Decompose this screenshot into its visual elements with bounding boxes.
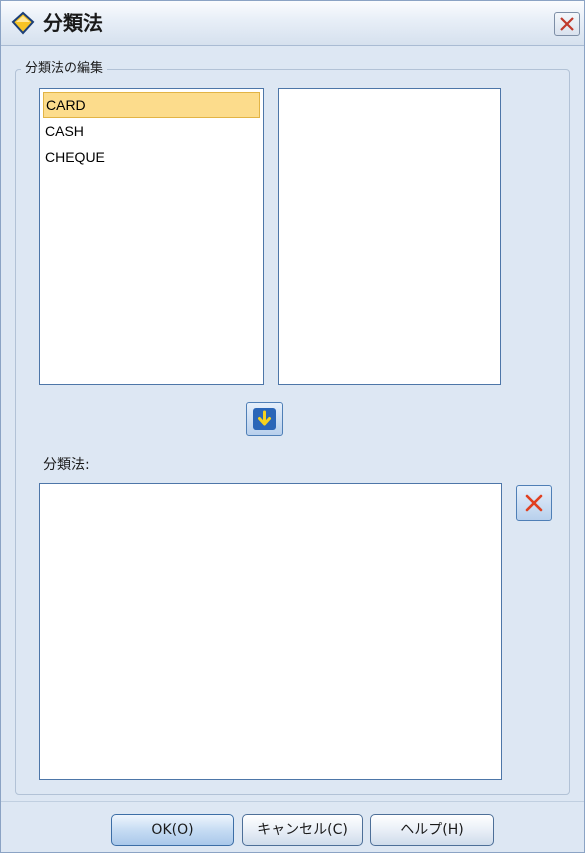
close-icon xyxy=(560,17,574,31)
move-down-button[interactable] xyxy=(246,402,283,436)
ok-button[interactable]: OK(O) xyxy=(111,814,234,846)
list-item-label: CASH xyxy=(45,123,84,139)
list-item-label: CHEQUE xyxy=(45,149,105,165)
divider xyxy=(1,801,584,802)
edit-classification-label: 分類法の編集 xyxy=(21,61,108,77)
title-bar[interactable]: 分類法 xyxy=(1,1,584,46)
window-title: 分類法 xyxy=(43,11,103,35)
ok-button-label: OK(O) xyxy=(151,822,194,838)
classification-label: 分類法: xyxy=(43,457,90,473)
classification-dialog: 分類法 分類法の編集 CARD CASH CHEQUE 分類法: OK(O) キ… xyxy=(0,0,585,853)
arrow-down-icon xyxy=(253,408,276,430)
list-item-label: CARD xyxy=(46,97,86,113)
close-button[interactable] xyxy=(554,12,580,36)
classification-list[interactable] xyxy=(39,483,502,780)
list-item[interactable]: CHEQUE xyxy=(43,144,260,170)
group-values-list[interactable] xyxy=(278,88,501,385)
cancel-button[interactable]: キャンセル(C) xyxy=(242,814,363,846)
remove-button[interactable] xyxy=(516,485,552,521)
cancel-button-label: キャンセル(C) xyxy=(257,822,348,838)
diamond-app-icon xyxy=(11,11,35,35)
list-item[interactable]: CARD xyxy=(43,92,260,118)
delete-x-icon xyxy=(525,494,543,512)
help-button-label: ヘルプ(H) xyxy=(400,822,464,838)
available-values-list[interactable]: CARD CASH CHEQUE xyxy=(39,88,264,385)
list-item[interactable]: CASH xyxy=(43,118,260,144)
help-button[interactable]: ヘルプ(H) xyxy=(370,814,494,846)
